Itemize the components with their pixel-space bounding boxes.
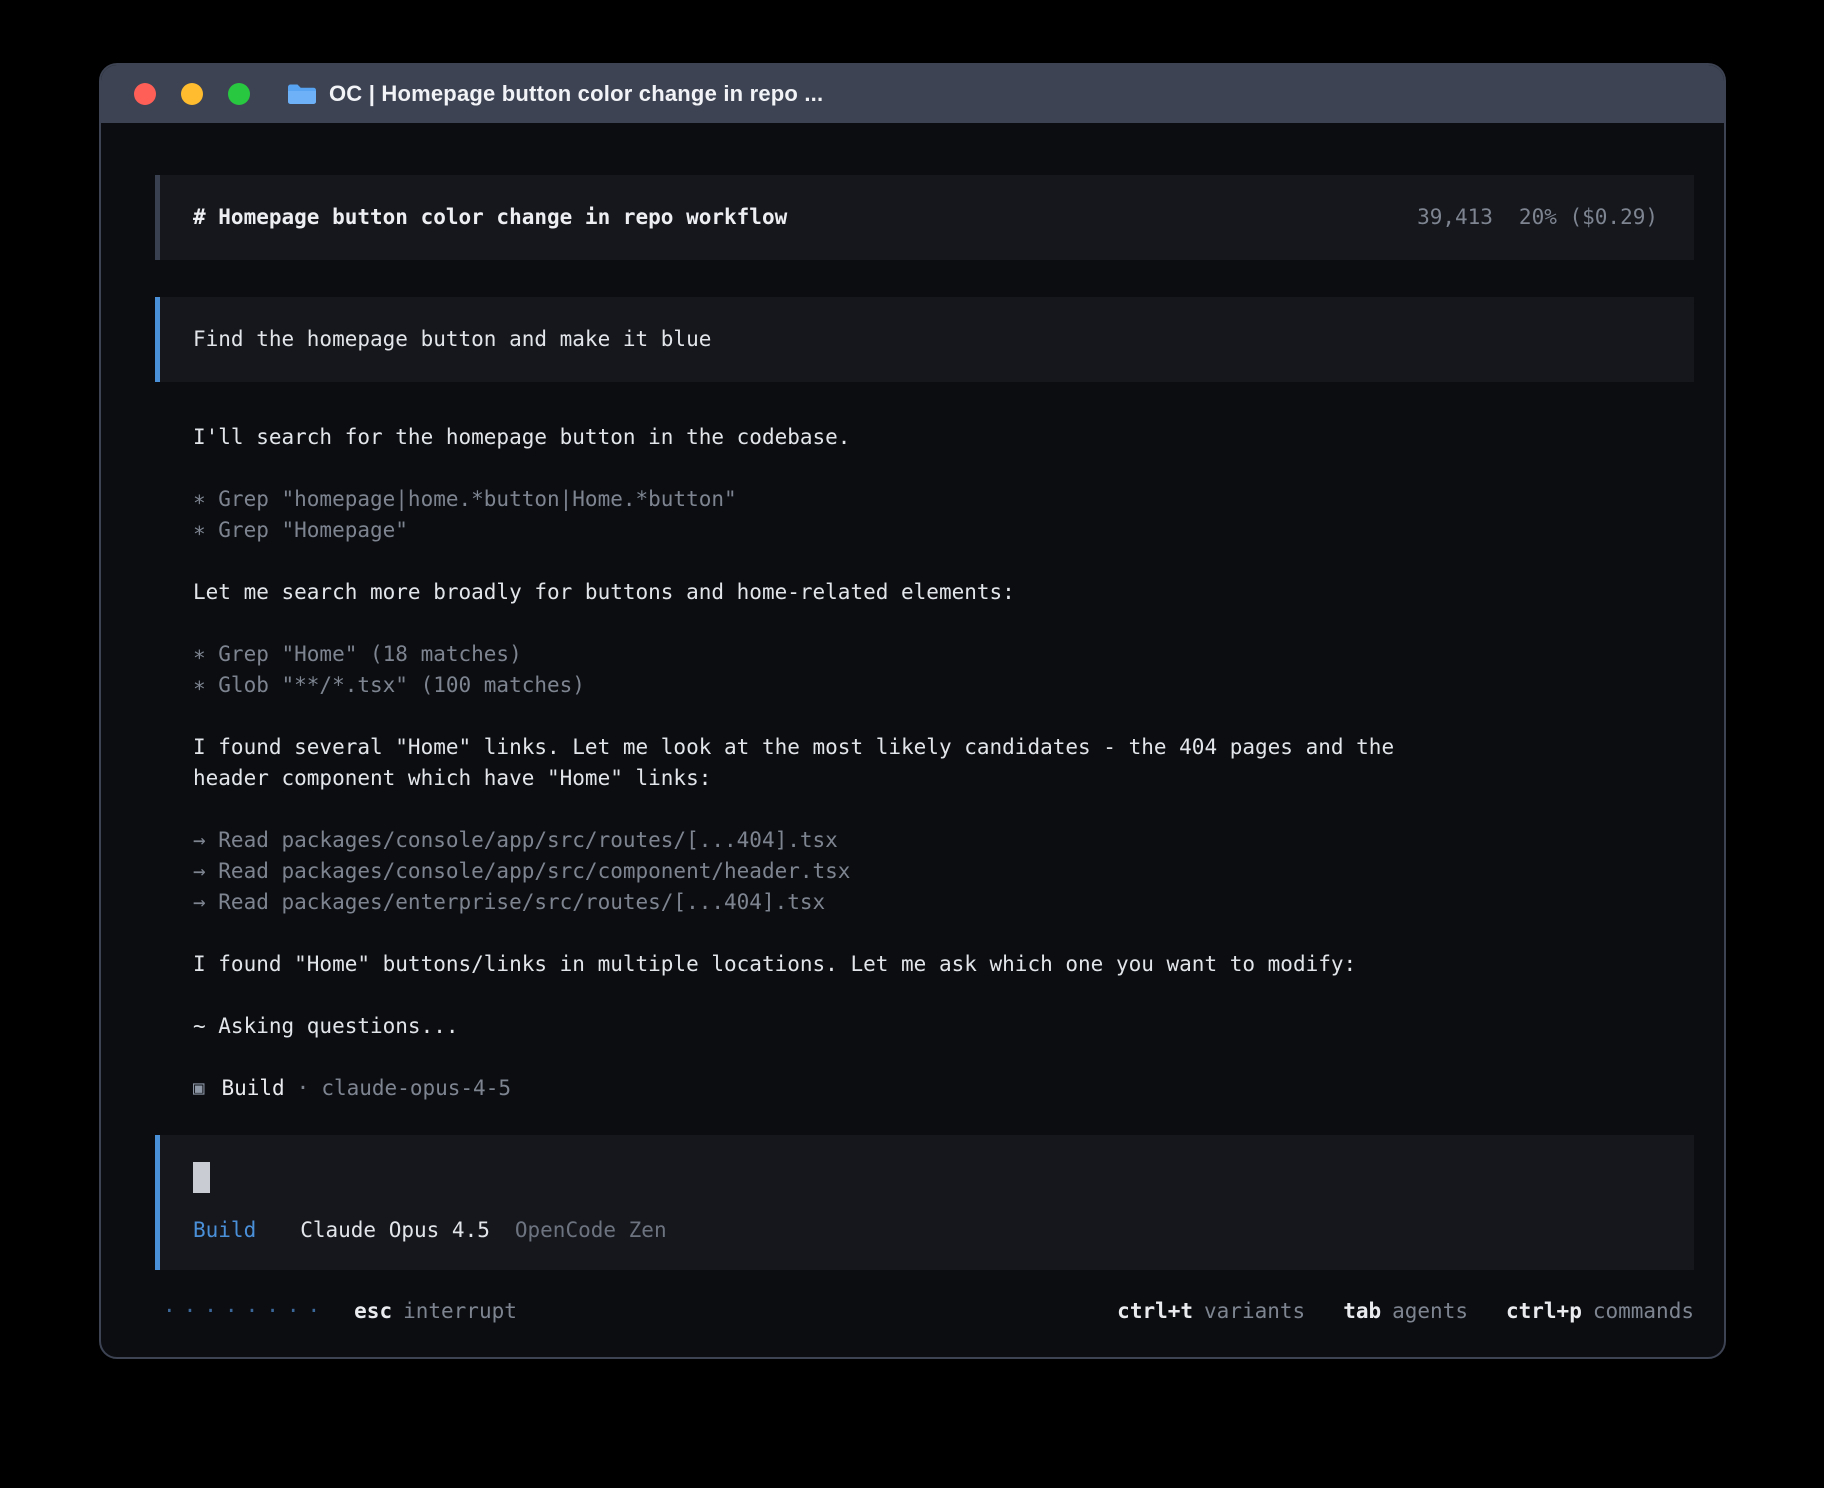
- tool-call-line: ∗ Grep "homepage|home.*button|Home.*butt…: [193, 484, 1448, 515]
- title-bar[interactable]: OC | Homepage button color change in rep…: [101, 65, 1724, 123]
- hint-key: esc: [354, 1296, 392, 1327]
- title-group: OC | Homepage button color change in rep…: [286, 81, 823, 107]
- provider-label: OpenCode Zen: [515, 1215, 667, 1246]
- hint-label: agents: [1392, 1296, 1468, 1327]
- user-message: Find the homepage button and make it blu…: [155, 297, 1694, 382]
- session-meta: 39,413 20% ($0.29): [1417, 202, 1658, 233]
- token-count: 39,413: [1417, 202, 1493, 233]
- read-call-line: → Read packages/console/app/src/componen…: [193, 856, 1448, 887]
- session-header: # Homepage button color change in repo w…: [155, 175, 1694, 260]
- prompt-input-area[interactable]: Build Claude Opus 4.5 OpenCode Zen: [155, 1135, 1694, 1270]
- tool-call-line: ∗ Grep "Homepage": [193, 515, 1448, 546]
- zoom-button[interactable]: [228, 83, 250, 105]
- window-title: OC | Homepage button color change in rep…: [329, 81, 823, 107]
- hint-interrupt: esc interrupt: [354, 1296, 517, 1327]
- hint-key: ctrl+t: [1117, 1296, 1193, 1327]
- assistant-text: I found "Home" buttons/links in multiple…: [193, 949, 1448, 980]
- agent-badge: ▣ Build · claude-opus-4-5: [193, 1073, 1448, 1104]
- hint-label: interrupt: [403, 1296, 517, 1327]
- traffic-lights: [134, 83, 250, 105]
- spinner-dots: ········: [163, 1296, 328, 1327]
- minimize-button[interactable]: [181, 83, 203, 105]
- input-footer: Build Claude Opus 4.5 OpenCode Zen: [193, 1215, 1661, 1246]
- hint-variants: ctrl+t variants: [1117, 1296, 1305, 1327]
- user-message-text: Find the homepage button and make it blu…: [193, 327, 711, 351]
- tool-call-line: ∗ Glob "**/*.tsx" (100 matches): [193, 670, 1448, 701]
- session-title: # Homepage button color change in repo w…: [193, 202, 787, 233]
- assistant-transcript: I'll search for the homepage button in t…: [193, 422, 1694, 1135]
- assistant-text: I found several "Home" links. Let me loo…: [193, 732, 1448, 794]
- read-call-line: → Read packages/console/app/src/routes/[…: [193, 825, 1448, 856]
- agent-model: claude-opus-4-5: [321, 1073, 511, 1104]
- terminal-window: OC | Homepage button color change in rep…: [99, 63, 1726, 1359]
- hint-label: variants: [1204, 1296, 1305, 1327]
- status-line: ~ Asking questions...: [193, 1011, 1448, 1042]
- tool-call-group: ∗ Grep "Home" (18 matches) ∗ Glob "**/*.…: [193, 639, 1448, 701]
- agent-icon: ▣: [193, 1073, 204, 1104]
- text-cursor: [193, 1162, 210, 1193]
- hint-agents: tab agents: [1343, 1296, 1468, 1327]
- read-call-line: → Read packages/enterprise/src/routes/[.…: [193, 887, 1448, 918]
- hint-label: commands: [1593, 1296, 1694, 1327]
- assistant-text: I'll search for the homepage button in t…: [193, 422, 1448, 453]
- hint-key: ctrl+p: [1506, 1296, 1582, 1327]
- close-button[interactable]: [134, 83, 156, 105]
- context-usage: 20% ($0.29): [1519, 202, 1658, 233]
- tool-call-line: ∗ Grep "Home" (18 matches): [193, 639, 1448, 670]
- tool-call-group: ∗ Grep "homepage|home.*button|Home.*butt…: [193, 484, 1448, 546]
- hint-commands: ctrl+p commands: [1506, 1296, 1694, 1327]
- model-label[interactable]: Claude Opus 4.5: [300, 1215, 490, 1246]
- agent-name: Build: [221, 1073, 284, 1104]
- terminal-content: # Homepage button color change in repo w…: [101, 123, 1724, 1357]
- agent-separator: ·: [297, 1073, 310, 1104]
- hint-key: tab: [1343, 1296, 1381, 1327]
- agent-mode-label[interactable]: Build: [193, 1215, 256, 1246]
- status-bar-right: ctrl+t variants tab agents ctrl+p comman…: [1117, 1296, 1694, 1327]
- status-bar: ········ esc interrupt ctrl+t variants t…: [155, 1296, 1694, 1327]
- read-call-group: → Read packages/console/app/src/routes/[…: [193, 825, 1448, 918]
- assistant-text: Let me search more broadly for buttons a…: [193, 577, 1448, 608]
- folder-icon: [286, 82, 316, 106]
